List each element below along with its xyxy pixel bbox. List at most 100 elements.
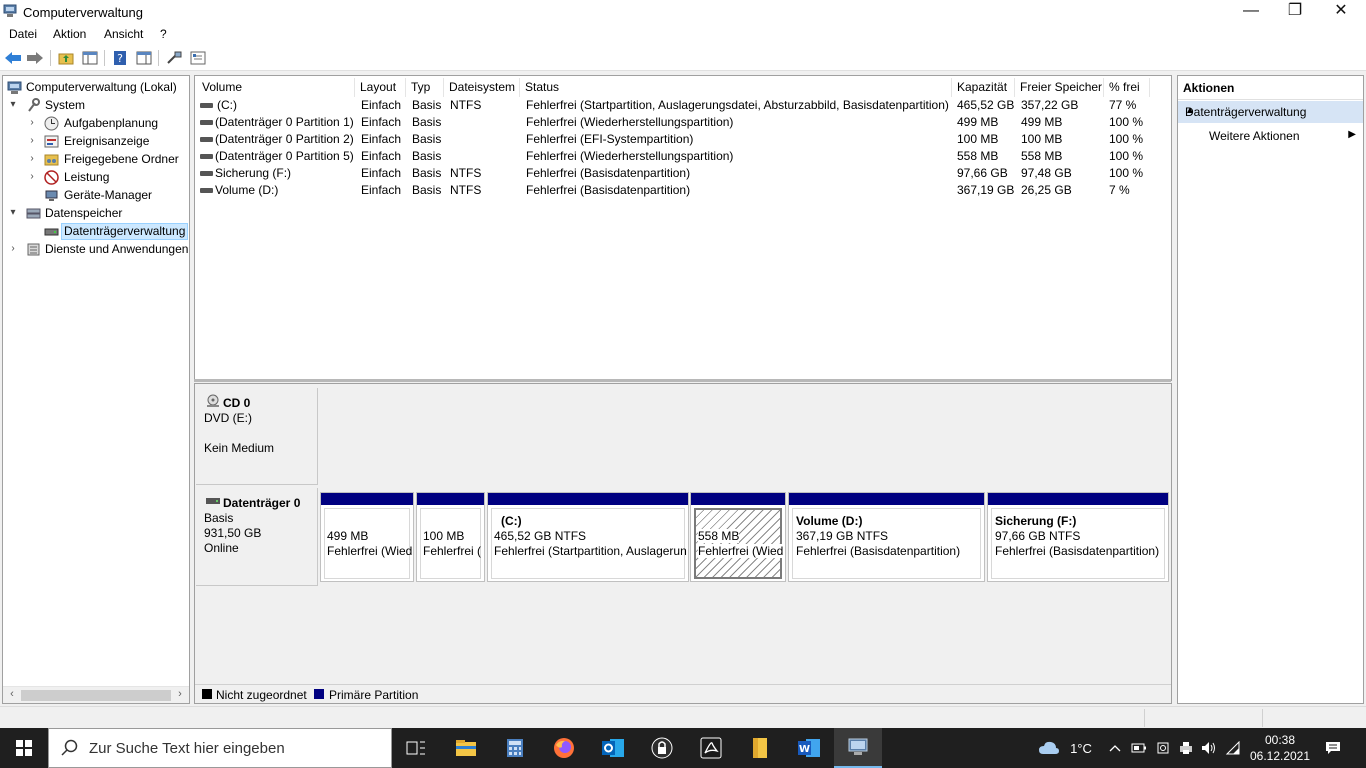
cell-layout: Einfach	[361, 166, 402, 180]
table-row[interactable]: (C:) Einfach Basis NTFS Fehlerfrei (Star…	[195, 97, 1171, 114]
column-header-kapazitaet[interactable]: Kapazität	[952, 78, 1015, 97]
column-header-typ[interactable]: Typ	[406, 78, 444, 97]
collapsed-chevron-icon[interactable]: ›	[27, 114, 37, 132]
taskbar-search-box[interactable]: Zur Suche Text hier eingeben	[48, 728, 392, 768]
tree-item-freigegebene-ordner[interactable]: › Freigegebene Ordner	[3, 150, 189, 168]
device-manager-icon	[45, 190, 58, 201]
windows-start-icon[interactable]	[0, 728, 48, 768]
table-row[interactable]: Sicherung (F:) Einfach Basis NTFS Fehler…	[195, 165, 1171, 182]
cd0-medium: Kein Medium	[204, 441, 275, 455]
calculator-icon[interactable]	[491, 728, 539, 768]
tree-item-system[interactable]: ▾ System	[3, 96, 189, 114]
cell-kapazitaet: 499 MB	[957, 115, 999, 129]
printer-icon[interactable]	[1175, 728, 1197, 768]
column-header-freier-speicher[interactable]: Freier Speicher	[1015, 78, 1104, 97]
up-folder-icon[interactable]	[57, 49, 75, 67]
back-icon[interactable]	[4, 49, 22, 67]
table-row[interactable]: (Datenträger 0 Partition 2) Einfach Basi…	[195, 131, 1171, 148]
partition-block-f[interactable]: Sicherung (F:) 97,66 GB NTFS Fehlerfrei …	[987, 492, 1169, 582]
menu-datei[interactable]: Datei	[9, 27, 37, 41]
scroll-left-icon[interactable]: ‹	[5, 688, 19, 700]
notification-center-icon[interactable]	[1318, 728, 1348, 768]
actions-section[interactable]: Datenträgerverwaltung ▲	[1178, 101, 1363, 123]
tree-item-datenspeicher[interactable]: ▾ Datenspeicher	[3, 204, 189, 222]
menu-ansicht[interactable]: Ansicht	[104, 27, 143, 41]
tree-item-datentraegerverwaltung[interactable]: Datenträgerverwaltung	[3, 222, 189, 240]
partition-block[interactable]: 100 MB Fehlerfrei (	[416, 492, 485, 582]
expanded-chevron-icon[interactable]: ▾	[8, 96, 18, 114]
partition-status: Fehlerfrei (Basisdatenpartition)	[995, 544, 1160, 558]
taskbar: Zur Suche Text hier eingeben W 1°C 00:38…	[0, 728, 1366, 768]
show-hide-tree-icon[interactable]	[81, 49, 99, 67]
weather-temperature[interactable]: 1°C	[1064, 728, 1098, 768]
tree-item-geraete-manager[interactable]: Geräte-Manager	[3, 186, 189, 204]
collapsed-chevron-icon[interactable]: ›	[27, 168, 37, 186]
tree-item-leistung[interactable]: › Leistung	[3, 168, 189, 186]
volume-icon[interactable]	[1198, 728, 1220, 768]
disk-label-cd0[interactable]: CD 0 DVD (E:) Kein Medium	[196, 388, 318, 485]
minimize-button[interactable]: —	[1228, 0, 1274, 24]
partition-block[interactable]: 499 MB Fehlerfrei (Wied	[320, 492, 414, 582]
volume-icon	[200, 103, 213, 108]
column-header-prozent-frei[interactable]: % frei	[1104, 78, 1150, 97]
password-manager-icon[interactable]	[638, 728, 686, 768]
show-hidden-icons-icon[interactable]	[1104, 728, 1126, 768]
help-icon[interactable]: ?	[111, 49, 129, 67]
show-hide-action-pane-icon[interactable]	[135, 49, 153, 67]
forward-icon[interactable]	[26, 49, 44, 67]
connect-icon[interactable]	[165, 49, 183, 67]
column-header-dateisystem[interactable]: Dateisystem	[444, 78, 520, 97]
notes-folder-icon[interactable]	[736, 728, 784, 768]
expanded-chevron-icon[interactable]: ▾	[8, 204, 18, 222]
pane-splitter[interactable]	[194, 379, 1171, 382]
cell-prozent-frei: 100 %	[1109, 132, 1144, 146]
scrollbar-thumb[interactable]	[21, 690, 171, 701]
task-view-icon[interactable]	[392, 728, 440, 768]
tree-item-aufgabenplanung[interactable]: › Aufgabenplanung	[3, 114, 189, 132]
cell-freier-speicher: 499 MB	[1021, 115, 1063, 129]
word-icon[interactable]: W	[785, 728, 833, 768]
partition-block-selected[interactable]: 558 MB Fehlerfrei (Wied	[690, 492, 786, 582]
table-row[interactable]: (Datenträger 0 Partition 5) Einfach Basi…	[195, 148, 1171, 165]
table-row[interactable]: Volume (D:) Einfach Basis NTFS Fehlerfre…	[195, 182, 1171, 199]
properties-icon[interactable]	[189, 49, 207, 67]
tree-item-dienste[interactable]: › Dienste und Anwendungen	[3, 240, 189, 258]
collapse-up-icon[interactable]: ▲	[1185, 105, 1356, 116]
svg-text:W: W	[799, 744, 810, 755]
computer-management-taskbar-icon[interactable]	[834, 728, 882, 768]
cell-layout: Einfach	[361, 183, 402, 197]
cd0-name: CD 0	[223, 396, 251, 410]
webcam-icon[interactable]	[1152, 728, 1174, 768]
tree-horizontal-scrollbar[interactable]: ‹ ›	[3, 686, 189, 703]
firefox-icon[interactable]	[540, 728, 588, 768]
menu-aktion[interactable]: Aktion	[53, 27, 86, 41]
partition-block-c[interactable]: (C:) 465,52 GB NTFS Fehlerfrei (Startpar…	[487, 492, 689, 582]
collapsed-chevron-icon[interactable]: ›	[27, 150, 37, 168]
column-header-status[interactable]: Status	[520, 78, 952, 97]
disk-label-disk0[interactable]: Datenträger 0 Basis 931,50 GB Online	[196, 488, 318, 586]
tree-item-ereignisanzeige[interactable]: › Ereignisanzeige	[3, 132, 189, 150]
collapsed-chevron-icon[interactable]: ›	[8, 240, 18, 258]
close-button[interactable]: ✕	[1318, 0, 1364, 24]
tree-item-root[interactable]: Computerverwaltung (Lokal)	[3, 78, 189, 96]
weather-cloud-icon[interactable]	[1036, 728, 1062, 768]
partition-block-d[interactable]: Volume (D:) 367,19 GB NTFS Fehlerfrei (B…	[788, 492, 985, 582]
column-header-layout[interactable]: Layout	[355, 78, 406, 97]
menu-help[interactable]: ?	[160, 27, 167, 41]
wifi-icon[interactable]	[1222, 728, 1244, 768]
collapsed-chevron-icon[interactable]: ›	[27, 132, 37, 150]
computer-management-icon	[7, 81, 22, 94]
file-explorer-icon[interactable]	[442, 728, 490, 768]
acrobat-icon[interactable]	[687, 728, 735, 768]
tree-label-dienste: Dienste und Anwendungen	[45, 242, 189, 256]
more-actions[interactable]: Weitere Aktionen	[1209, 129, 1300, 143]
outlook-icon[interactable]	[589, 728, 637, 768]
scroll-right-icon[interactable]: ›	[173, 688, 187, 700]
clock[interactable]: 00:38 06.12.2021	[1245, 732, 1315, 764]
submenu-arrow-icon[interactable]: ▶	[1348, 129, 1356, 140]
battery-icon[interactable]	[1128, 728, 1150, 768]
table-row[interactable]: (Datenträger 0 Partition 1) Einfach Basi…	[195, 114, 1171, 131]
cell-status: Fehlerfrei (Wiederherstellungspartition)	[526, 115, 734, 129]
column-header-volume[interactable]: Volume	[197, 78, 355, 97]
restore-button[interactable]: ❐	[1272, 0, 1318, 24]
